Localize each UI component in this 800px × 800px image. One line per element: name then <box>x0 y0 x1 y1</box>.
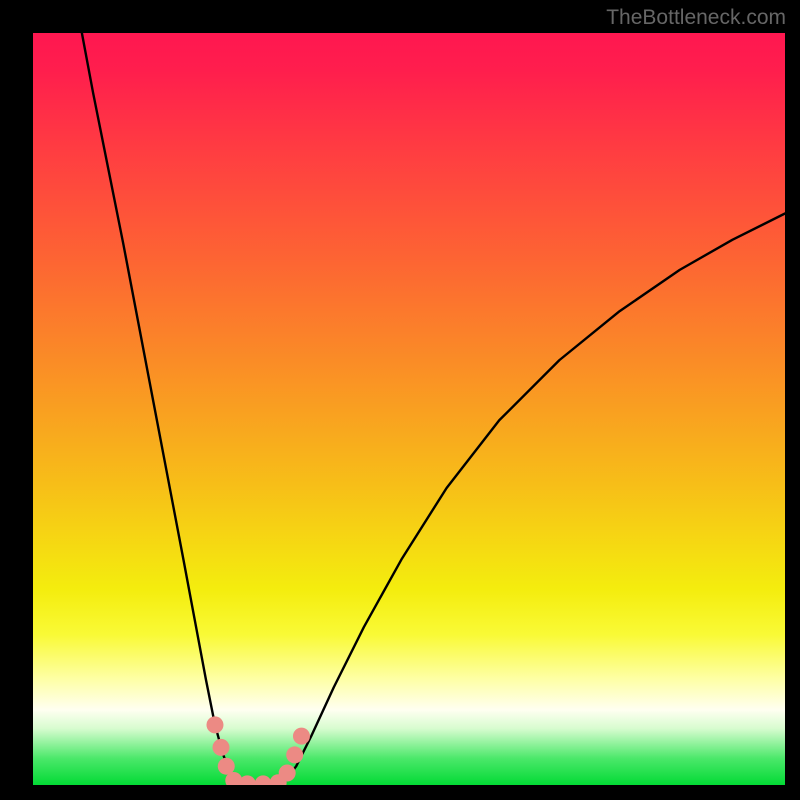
marker-point <box>286 746 303 763</box>
gradient-background <box>33 33 785 785</box>
plot-area <box>33 33 785 785</box>
outer-frame: TheBottleneck.com <box>0 0 800 800</box>
marker-point <box>213 739 230 756</box>
watermark-text: TheBottleneck.com <box>606 6 786 30</box>
marker-point <box>206 716 223 733</box>
marker-point <box>293 728 310 745</box>
marker-point <box>279 764 296 781</box>
chart-svg <box>33 33 785 785</box>
